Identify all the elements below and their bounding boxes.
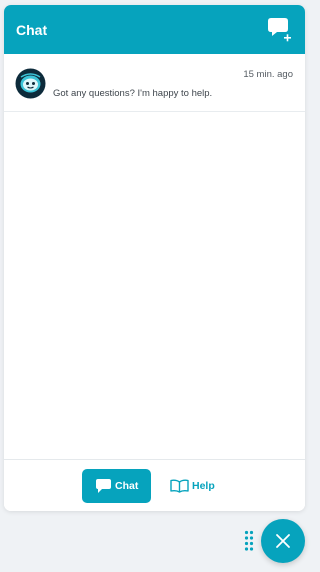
conversation-timestamp: 15 min. ago [243, 69, 293, 80]
tab-chat-label: Chat [115, 480, 139, 492]
tab-help[interactable]: Help [166, 469, 226, 503]
chat-widget-panel: Chat 15 min. ago Got any questions? I'm … [4, 5, 305, 511]
footer-tabs: Chat Help [4, 459, 305, 511]
tab-chat[interactable]: Chat [82, 469, 151, 503]
close-launcher-button[interactable] [261, 519, 305, 563]
conversation-preview: Got any questions? I'm happy to help. [53, 88, 213, 99]
header-title: Chat [16, 22, 48, 38]
book-icon [170, 479, 189, 493]
agent-avatar [15, 68, 46, 99]
chat-header: Chat [4, 5, 305, 54]
new-chat-button[interactable] [266, 16, 292, 44]
chat-bubble-icon [96, 479, 111, 493]
conversation-item[interactable]: 15 min. ago Got any questions? I'm happy… [4, 60, 305, 112]
drag-handle-icon[interactable] [244, 530, 254, 552]
tab-help-label: Help [192, 480, 215, 492]
close-icon [276, 534, 290, 548]
chat-bubble-plus-icon [268, 18, 291, 42]
